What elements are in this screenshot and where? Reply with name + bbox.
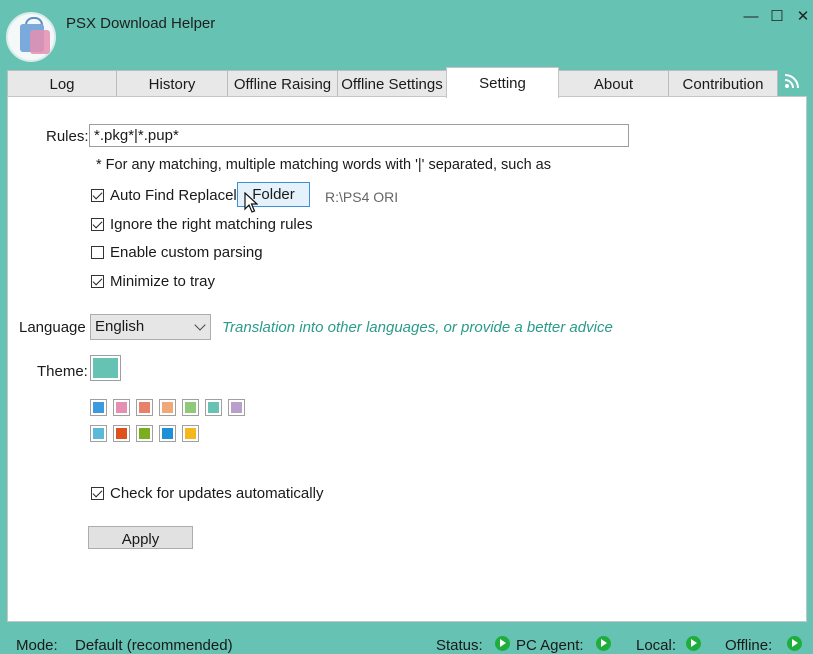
local-indicator-icon — [686, 636, 701, 651]
theme-color-swatch[interactable] — [182, 399, 199, 416]
tab-offline-raising[interactable]: Offline Raising — [227, 70, 338, 97]
offline-label: Offline: — [725, 637, 773, 654]
theme-color-swatch[interactable] — [113, 399, 130, 416]
ignore-right-label: Ignore the right matching rules — [110, 216, 313, 233]
custom-parsing-label: Enable custom parsing — [110, 244, 263, 261]
theme-color-swatch[interactable] — [159, 399, 176, 416]
folder-path-text: R:\PS4 ORI — [325, 189, 399, 205]
rules-hint: * For any matching, multiple matching wo… — [96, 157, 551, 173]
mode-value: Default (recommended) — [75, 637, 233, 654]
theme-color-swatch[interactable] — [228, 399, 245, 416]
custom-parsing-checkbox[interactable] — [91, 246, 104, 259]
theme-label: Theme: — [37, 363, 88, 380]
close-button[interactable]: ✕ — [792, 7, 813, 27]
auto-find-label: Auto Find Replacel — [110, 187, 237, 204]
auto-update-label: Check for updates automatically — [110, 485, 324, 502]
local-label: Local: — [636, 637, 677, 654]
translation-link[interactable]: Translation into other languages, or pro… — [222, 319, 613, 336]
theme-color-swatch[interactable] — [205, 399, 222, 416]
apply-button[interactable]: Apply — [88, 526, 193, 549]
theme-color-swatch[interactable] — [136, 399, 153, 416]
status-indicator-icon — [495, 636, 510, 651]
theme-color-swatch[interactable] — [90, 399, 107, 416]
auto-update-checkbox[interactable] — [91, 487, 104, 500]
tab-setting[interactable]: Setting — [446, 67, 559, 98]
minimize-button[interactable]: — — [740, 7, 762, 27]
tab-offline-settings[interactable]: Offline Settings — [337, 70, 447, 97]
current-theme-swatch[interactable] — [90, 355, 121, 381]
theme-color-swatch[interactable] — [90, 425, 107, 442]
window-title: PSX Download Helper — [66, 15, 216, 32]
minimize-tray-checkbox[interactable] — [91, 275, 104, 288]
theme-color-swatch[interactable] — [182, 425, 199, 442]
ignore-right-checkbox[interactable] — [91, 218, 104, 231]
pc-agent-indicator-icon — [596, 636, 611, 651]
tab-contribution[interactable]: Contribution — [668, 70, 778, 97]
pc-agent-label: PC Agent: — [516, 637, 584, 654]
tab-about[interactable]: About — [558, 70, 669, 97]
title-bar — [0, 0, 813, 68]
mode-label: Mode: — [16, 637, 58, 654]
maximize-button[interactable]: ☐ — [766, 7, 788, 27]
theme-color-swatch[interactable] — [113, 425, 130, 442]
theme-color-swatch[interactable] — [136, 425, 153, 442]
status-label: Status: — [436, 637, 483, 654]
rss-icon[interactable] — [783, 72, 801, 90]
rules-label: Rules: — [46, 128, 89, 145]
mouse-cursor-icon — [244, 192, 258, 213]
tab-history[interactable]: History — [116, 70, 228, 97]
rules-input[interactable]: *.pkg*|*.pup* — [89, 124, 629, 147]
language-label: Language — [19, 319, 86, 336]
minimize-tray-label: Minimize to tray — [110, 273, 216, 290]
theme-color-swatch[interactable] — [159, 425, 176, 442]
auto-find-checkbox[interactable] — [91, 189, 104, 202]
language-value: English — [95, 318, 145, 335]
app-logo-icon — [6, 12, 56, 62]
language-select[interactable]: English — [90, 314, 211, 340]
offline-indicator-icon — [787, 636, 802, 651]
chevron-down-icon — [194, 319, 206, 331]
tab-log[interactable]: Log — [7, 70, 117, 97]
